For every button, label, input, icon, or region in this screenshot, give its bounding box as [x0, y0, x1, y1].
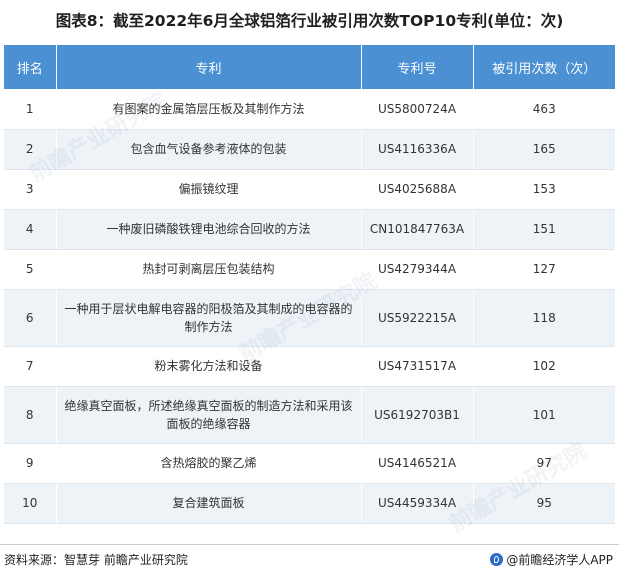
- patent-table: 排名 专利 专利号 被引用次数（次） 1 有图案的金属箔层压板及其制作方法 US…: [4, 45, 615, 524]
- table-row: 6 一种用于层状电解电容器的阳极箔及其制成的电容器的制作方法 US5922215…: [4, 289, 615, 347]
- cell-number: US4459334A: [361, 483, 474, 524]
- cell-number: US4116336A: [361, 129, 474, 170]
- footer-divider: [0, 544, 619, 545]
- page-title: 图表8：截至2022年6月全球铝箔行业被引用次数TOP10专利(单位：次): [55, 12, 564, 30]
- cell-number: US4279344A: [361, 249, 474, 290]
- cell-citations: 102: [473, 346, 615, 387]
- cell-patent: 偏振镜纹理: [56, 169, 362, 210]
- table-row: 8 绝缘真空面板，所述绝缘真空面板的制造方法和采用该面板的绝缘容器 US6192…: [4, 386, 615, 444]
- header-rank: 排名: [4, 45, 57, 89]
- cell-rank: 8: [4, 386, 57, 444]
- header-patent-number: 专利号: [361, 45, 474, 89]
- cell-citations: 118: [473, 289, 615, 347]
- cell-patent: 有图案的金属箔层压板及其制作方法: [56, 89, 362, 130]
- table-header-row: 排名 专利 专利号 被引用次数（次）: [4, 45, 615, 89]
- cell-number: US4146521A: [361, 443, 474, 484]
- cell-patent: 含热熔胶的聚乙烯: [56, 443, 362, 484]
- cell-rank: 6: [4, 289, 57, 347]
- cell-citations: 151: [473, 209, 615, 250]
- header-patent: 专利: [56, 45, 362, 89]
- cell-citations: 95: [473, 483, 615, 524]
- cell-number: US5922215A: [361, 289, 474, 347]
- cell-patent: 一种废旧磷酸铁锂电池综合回收的方法: [56, 209, 362, 250]
- cell-rank: 10: [4, 483, 57, 524]
- table-row: 4 一种废旧磷酸铁锂电池综合回收的方法 CN101847763A 151: [4, 209, 615, 250]
- cell-citations: 153: [473, 169, 615, 210]
- cell-number: US6192703B1: [361, 386, 474, 444]
- footer: 资料来源：智慧芽 前瞻产业研究院 @前瞻经济学人APP: [0, 551, 619, 571]
- cell-patent: 粉末雾化方法和设备: [56, 346, 362, 387]
- cell-number: US4731517A: [361, 346, 474, 387]
- cell-citations: 101: [473, 386, 615, 444]
- cell-patent: 一种用于层状电解电容器的阳极箔及其制成的电容器的制作方法: [56, 289, 362, 347]
- cell-citations: 97: [473, 443, 615, 484]
- cell-number: US4025688A: [361, 169, 474, 210]
- header-citations: 被引用次数（次）: [473, 45, 615, 89]
- brand-credit: @前瞻经济学人APP: [490, 551, 613, 568]
- qianzhan-logo-icon: [490, 553, 504, 566]
- cell-patent: 热封可剥离层压包装结构: [56, 249, 362, 290]
- table-row: 3 偏振镜纹理 US4025688A 153: [4, 169, 615, 210]
- cell-rank: 7: [4, 346, 57, 387]
- cell-citations: 463: [473, 89, 615, 130]
- cell-patent: 复合建筑面板: [56, 483, 362, 524]
- cell-rank: 9: [4, 443, 57, 484]
- brand-text: @前瞻经济学人APP: [506, 553, 613, 567]
- table-row: 10 复合建筑面板 US4459334A 95: [4, 483, 615, 524]
- cell-patent: 绝缘真空面板，所述绝缘真空面板的制造方法和采用该面板的绝缘容器: [56, 386, 362, 444]
- table-row: 2 包含血气设备参考液体的包装 US4116336A 165: [4, 129, 615, 170]
- table-row: 9 含热熔胶的聚乙烯 US4146521A 97: [4, 443, 615, 484]
- cell-number: CN101847763A: [361, 209, 474, 250]
- cell-citations: 127: [473, 249, 615, 290]
- cell-rank: 1: [4, 89, 57, 130]
- cell-rank: 5: [4, 249, 57, 290]
- cell-rank: 2: [4, 129, 57, 170]
- cell-rank: 4: [4, 209, 57, 250]
- cell-number: US5800724A: [361, 89, 474, 130]
- table-row: 1 有图案的金属箔层压板及其制作方法 US5800724A 463: [4, 89, 615, 130]
- cell-citations: 165: [473, 129, 615, 170]
- table-row: 5 热封可剥离层压包装结构 US4279344A 127: [4, 249, 615, 290]
- source-note: 资料来源：智慧芽 前瞻产业研究院: [4, 553, 188, 567]
- table-row: 7 粉末雾化方法和设备 US4731517A 102: [4, 346, 615, 387]
- cell-patent: 包含血气设备参考液体的包装: [56, 129, 362, 170]
- cell-rank: 3: [4, 169, 57, 210]
